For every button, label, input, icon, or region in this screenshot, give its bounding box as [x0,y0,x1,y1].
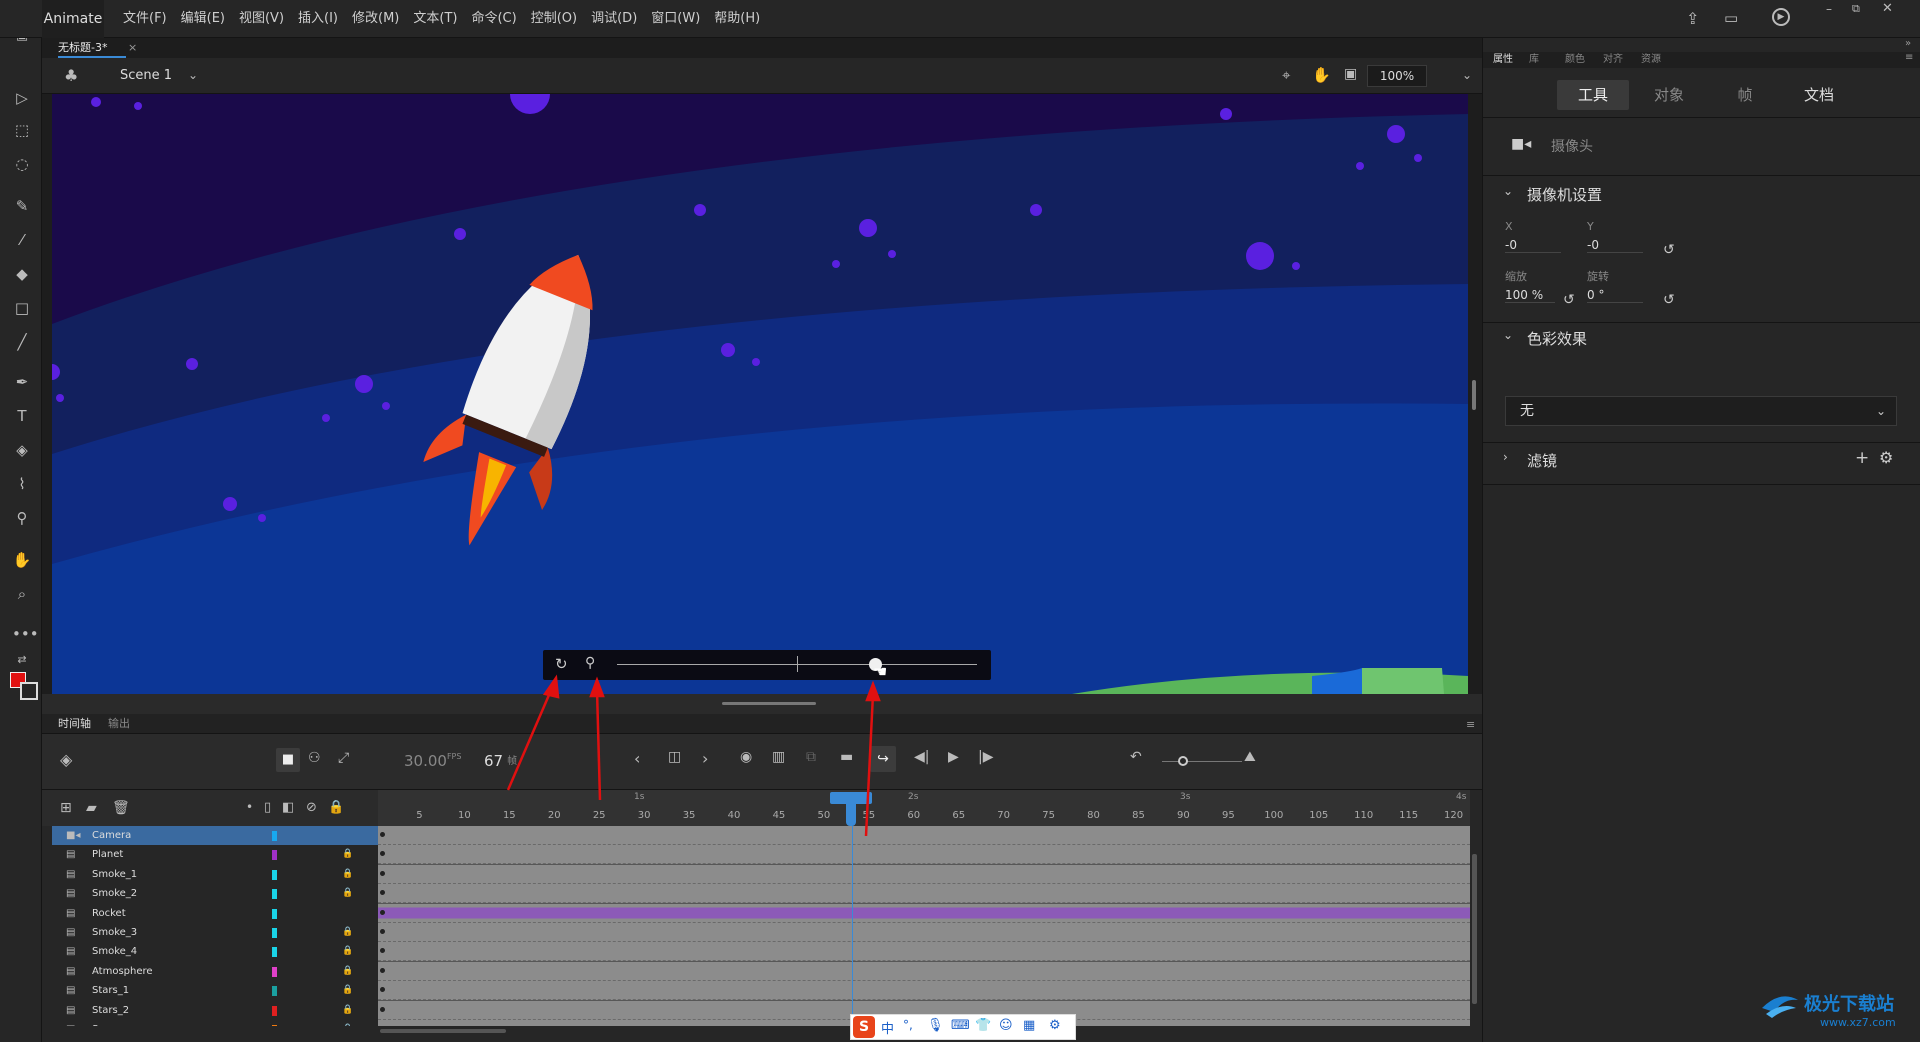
dropdown-chevron-icon: ⌄ [1875,404,1886,418]
property-subtabs: 工具 对象 帧 文档 [1483,68,1920,118]
section-divider [1483,442,1920,443]
expand-chevron-icon[interactable]: › [1503,450,1508,464]
color-effect-value: 无 [1520,403,1534,419]
toolbox-icon[interactable]: ▦ [1023,1018,1035,1033]
tab-assets[interactable]: 资源 [1641,52,1661,68]
panel-tabs: 属性 库 颜色 对齐 资源 ≡ [1483,52,1920,68]
section-divider [1483,322,1920,323]
watermark-url: www.xz7.com [1820,1016,1896,1029]
collapse-chevron-icon[interactable]: ⌄ [1503,328,1513,342]
color-effect-dropdown[interactable]: 无 ⌄ [1505,396,1897,426]
tab-library[interactable]: 库 [1529,52,1539,68]
watermark-logo-icon [1760,990,1800,1020]
scale-label: 缩放 [1505,270,1527,283]
tab-align[interactable]: 对齐 [1603,52,1623,68]
reset-position-icon[interactable]: ↺ [1663,242,1675,258]
scale-field[interactable]: 100 % [1505,288,1555,303]
expand-panel-icon[interactable]: » [1905,38,1911,49]
panel-menu-icon[interactable]: ≡ [1905,52,1913,63]
camera-icon: ■◂ [1511,136,1532,152]
ime-toolbar[interactable]: S 中 °, 🎙 ⌨ 👕 ☺ ▦ ⚙ [850,1014,1076,1040]
tab-properties[interactable]: 属性 [1493,52,1513,68]
rotate-field[interactable]: 0 ° [1587,288,1643,303]
rotate-label: 旋转 [1587,270,1609,283]
filter-settings-icon[interactable]: ⚙ [1879,448,1893,467]
watermark-title: 极光下载站 [1804,994,1894,1015]
x-field[interactable]: -0 [1505,238,1561,253]
subtab-document[interactable]: 文档 [1783,80,1855,110]
ime-settings-icon[interactable]: ⚙ [1049,1018,1061,1033]
properties-panel: » 属性 库 颜色 对齐 资源 ≡ 工具 对象 帧 文档 ■◂ 摄像头 ⌄ 摄像… [1482,38,1920,1042]
section-divider [1483,484,1920,485]
reset-rotate-icon[interactable]: ↺ [1663,292,1675,308]
x-label: X [1505,220,1513,233]
ime-mode[interactable]: 中 [881,1018,894,1037]
subtab-object[interactable]: 对象 [1633,80,1705,110]
tool-name-row: ■◂ 摄像头 [1483,132,1920,176]
tool-name: 摄像头 [1551,139,1593,155]
punctuation-icon[interactable]: °, [903,1018,913,1032]
add-filter-icon[interactable]: + [1855,448,1869,468]
color-effect-title[interactable]: 色彩效果 [1527,328,1587,349]
y-label: Y [1587,220,1594,233]
skin-icon[interactable]: 👕 [975,1018,991,1033]
subtab-tool[interactable]: 工具 [1557,80,1629,110]
tab-color[interactable]: 颜色 [1565,52,1585,68]
emoji-icon[interactable]: ☺ [999,1018,1013,1033]
voice-icon[interactable]: 🎙 [927,1018,944,1033]
animate-app-window: « ▣ ▷ ⬚ ◌ ✎ ⁄ ◆ □ ╱ ✒ T ◈ ⌇ ⚲ ✋ ⌕ ••• ⇄ … [0,0,1920,1042]
subtab-frame[interactable]: 帧 [1709,80,1781,110]
y-field[interactable]: -0 [1587,238,1643,253]
keyboard-icon[interactable]: ⌨ [951,1018,970,1033]
sogou-logo-icon[interactable]: S [853,1016,875,1038]
filter-title[interactable]: 滤镜 [1527,450,1557,471]
reset-scale-icon[interactable]: ↺ [1563,292,1575,308]
camera-settings-title[interactable]: 摄像机设置 [1527,184,1602,205]
collapse-chevron-icon[interactable]: ⌄ [1503,184,1513,198]
